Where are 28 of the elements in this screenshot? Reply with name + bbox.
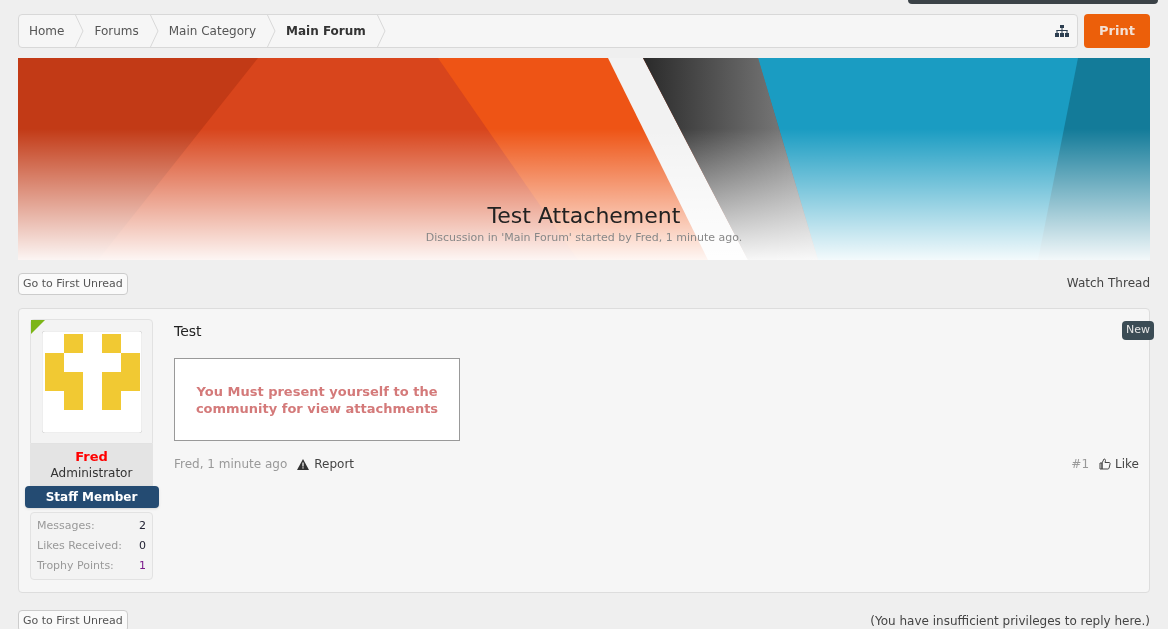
post-title: Test [174,322,202,341]
stat-value[interactable]: 0 [139,537,146,555]
thread-meta: Discussion in 'Main Forum' started by Fred, 1 minute ago. [425,229,743,246]
breadcrumb-link[interactable]: Forums [84,15,149,47]
post-byline: Fred, 1 minute ago [174,456,288,473]
stat-label: Messages: [37,518,95,534]
stat-label: Trophy Points: [37,558,114,574]
watch-thread-link[interactable]: Watch Thread [1066,274,1150,292]
breadcrumb-link[interactable]: Main Category [158,15,266,47]
like-link[interactable]: Like [1099,455,1139,473]
attachment-notice: You Must present yourself to the community for view attachments [194,382,440,417]
warning-icon [297,458,310,470]
thumbs-up-icon [1099,458,1112,470]
stat-value[interactable]: 2 [139,517,146,535]
first-unread-button[interactable]: Go to First Unread [18,273,128,295]
stat-value[interactable]: 1 [139,557,146,575]
thread-title: Test Attachement [487,201,681,230]
breadcrumb-link[interactable]: Main Forum [276,15,376,47]
report-link[interactable]: Report [297,455,354,473]
new-badge: New [1122,321,1154,340]
stat-label: Likes Received: [37,538,122,554]
sitemap-icon[interactable] [1055,25,1069,37]
first-unread-button[interactable]: Go to First Unread [18,610,128,629]
staff-banner: Staff Member [24,486,159,508]
corner-marker-icon [31,320,45,334]
user-role: Administrator [50,465,133,481]
breadcrumb-link[interactable]: Home [19,15,75,47]
privileges-notice: (You have insufficient privileges to reply here.) [870,613,1150,629]
